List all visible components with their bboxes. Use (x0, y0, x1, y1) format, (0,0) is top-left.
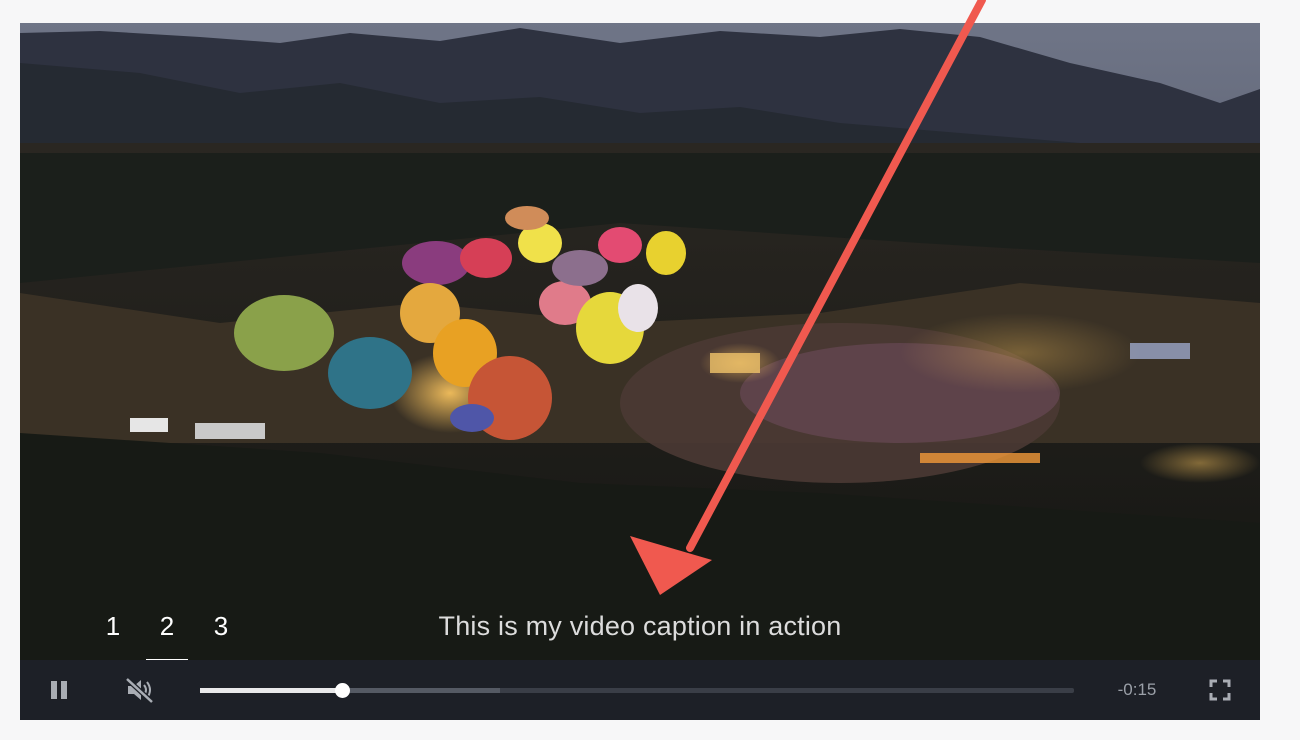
muted-speaker-icon (125, 677, 154, 704)
chapter-2-button[interactable]: 2 (140, 611, 194, 662)
video-frame[interactable] (20, 23, 1260, 660)
chapter-1-button[interactable]: 1 (86, 611, 140, 661)
video-scene (20, 23, 1260, 660)
fullscreen-icon (1209, 679, 1231, 701)
progress-bar[interactable] (200, 683, 1074, 698)
time-remaining: -0:15 (1117, 680, 1157, 699)
pause-icon (51, 681, 67, 699)
video-player[interactable]: This is my video caption in action 1 2 3 (20, 23, 1260, 720)
mute-button[interactable] (124, 676, 156, 704)
pause-button[interactable] (48, 678, 72, 702)
progress-scrubber-handle[interactable] (335, 683, 351, 698)
chapter-3-button[interactable]: 3 (194, 611, 248, 661)
chapter-selector: 1 2 3 (86, 611, 248, 662)
control-bar: -0:15 (20, 660, 1260, 720)
progress-played (200, 688, 343, 693)
fullscreen-button[interactable] (1208, 678, 1232, 702)
